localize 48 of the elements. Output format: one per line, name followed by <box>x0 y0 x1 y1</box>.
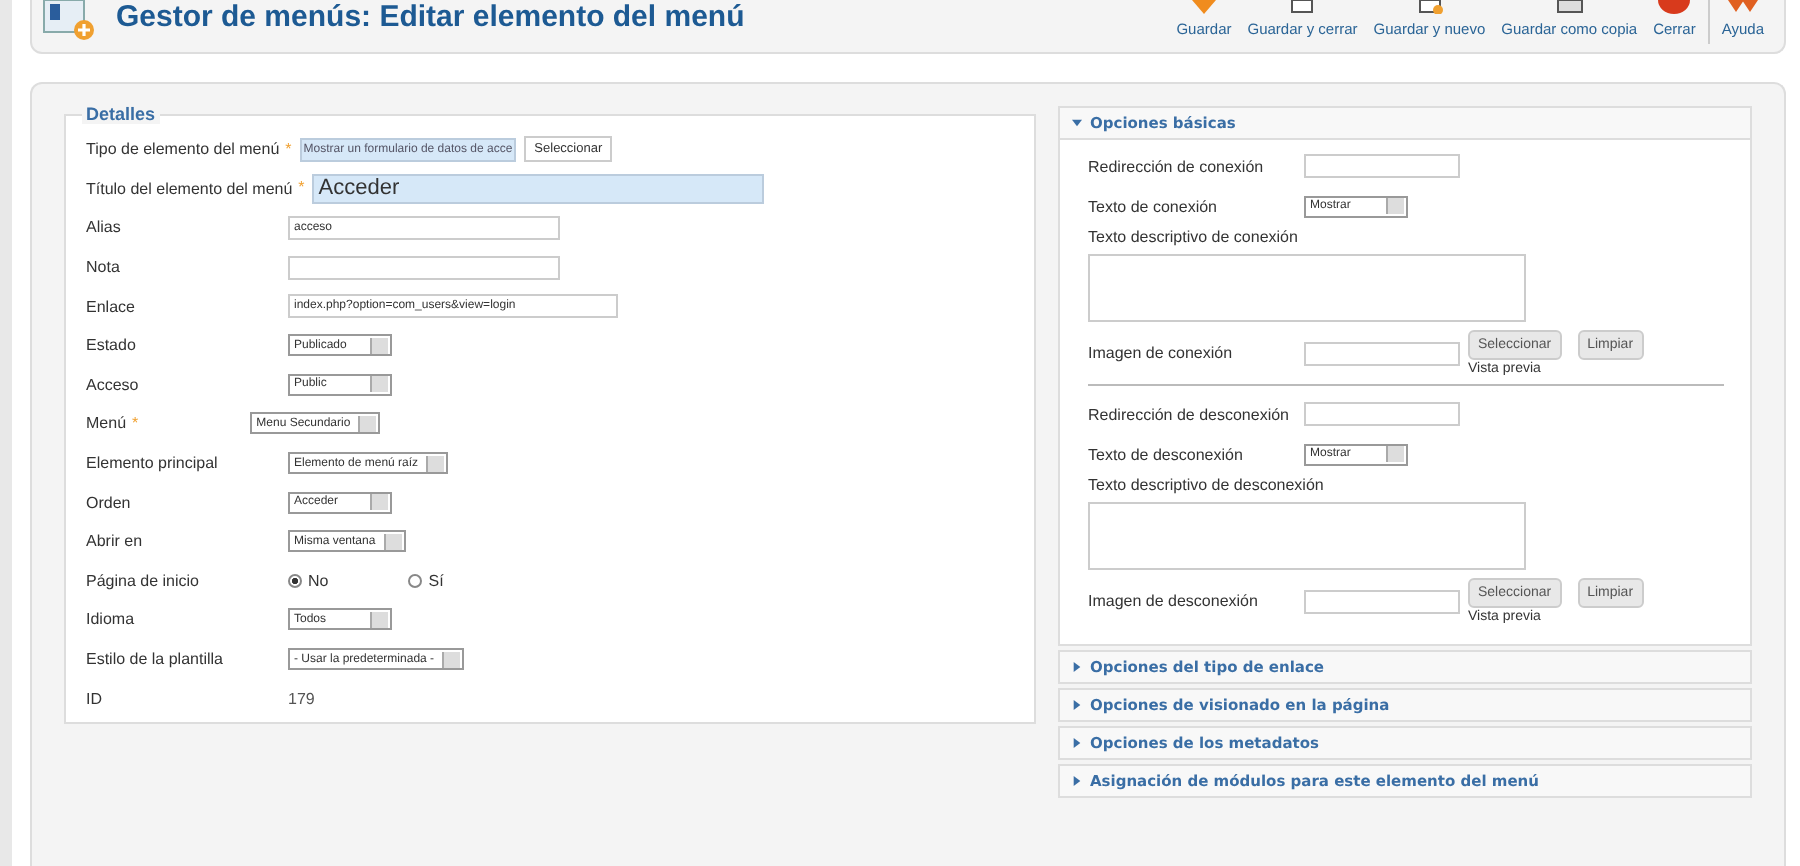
fieldset-legend: Detalles <box>82 104 160 124</box>
required-mark: * <box>298 178 305 199</box>
field-label: Título del elemento del menú <box>86 179 293 198</box>
text-area[interactable] <box>1088 502 1526 570</box>
field-label: Enlace <box>86 297 137 316</box>
field-label: Idioma <box>86 610 137 629</box>
field-label: Redirección de desconexión <box>1088 405 1292 423</box>
field-label: Alias <box>86 218 123 237</box>
field-label: Texto descriptivo de desconexión <box>1088 474 1324 498</box>
id-value: 179 <box>288 689 315 708</box>
title-input[interactable]: Acceder <box>312 173 765 204</box>
caret-right-icon <box>1072 662 1082 672</box>
text-input[interactable] <box>288 255 560 280</box>
field-label: Imagen de conexión <box>1088 344 1235 362</box>
field-label: Orden <box>86 493 133 512</box>
caret-right-icon <box>1072 738 1082 748</box>
field-label: Redirección de conexión <box>1088 157 1266 175</box>
text-input[interactable] <box>1304 154 1460 178</box>
image-input[interactable] <box>1304 341 1460 365</box>
image-input[interactable] <box>1304 589 1460 613</box>
help-icon <box>1722 0 1763 14</box>
field-label: Texto de desconexión <box>1088 445 1245 463</box>
field-label: Abrir en <box>86 532 145 551</box>
field-label: Imagen de desconexión <box>1088 592 1260 610</box>
caret-right-icon <box>1072 700 1082 710</box>
text-area[interactable] <box>1088 254 1526 322</box>
required-mark: * <box>285 139 292 160</box>
radio-button[interactable] <box>408 573 423 588</box>
field-label: Estado <box>86 336 138 355</box>
page-title: Gestor de menús: Editar elemento del menú <box>116 0 745 34</box>
field-label: ID <box>86 689 104 708</box>
field-label: Menú <box>86 414 127 433</box>
field-label: Texto descriptivo de conexión <box>1088 226 1298 250</box>
field-label: Elemento principal <box>86 454 220 473</box>
field-label: Texto de conexión <box>1088 197 1219 215</box>
radio-label: Sí <box>428 571 444 590</box>
close-icon <box>1654 0 1695 14</box>
field-label: Acceso <box>86 375 141 394</box>
caret-right-icon <box>1072 776 1082 786</box>
field-label: Nota <box>86 258 122 277</box>
required-mark: * <box>132 413 139 434</box>
radio-button[interactable] <box>288 573 302 588</box>
field-label: Estilo de la plantilla <box>86 650 225 669</box>
text-input[interactable] <box>1304 402 1460 426</box>
field-label: Página de inicio <box>86 571 201 590</box>
radio-label: No <box>308 571 329 590</box>
field-label: Tipo de elemento del menú <box>86 140 280 159</box>
caret-down-icon <box>1072 118 1082 128</box>
